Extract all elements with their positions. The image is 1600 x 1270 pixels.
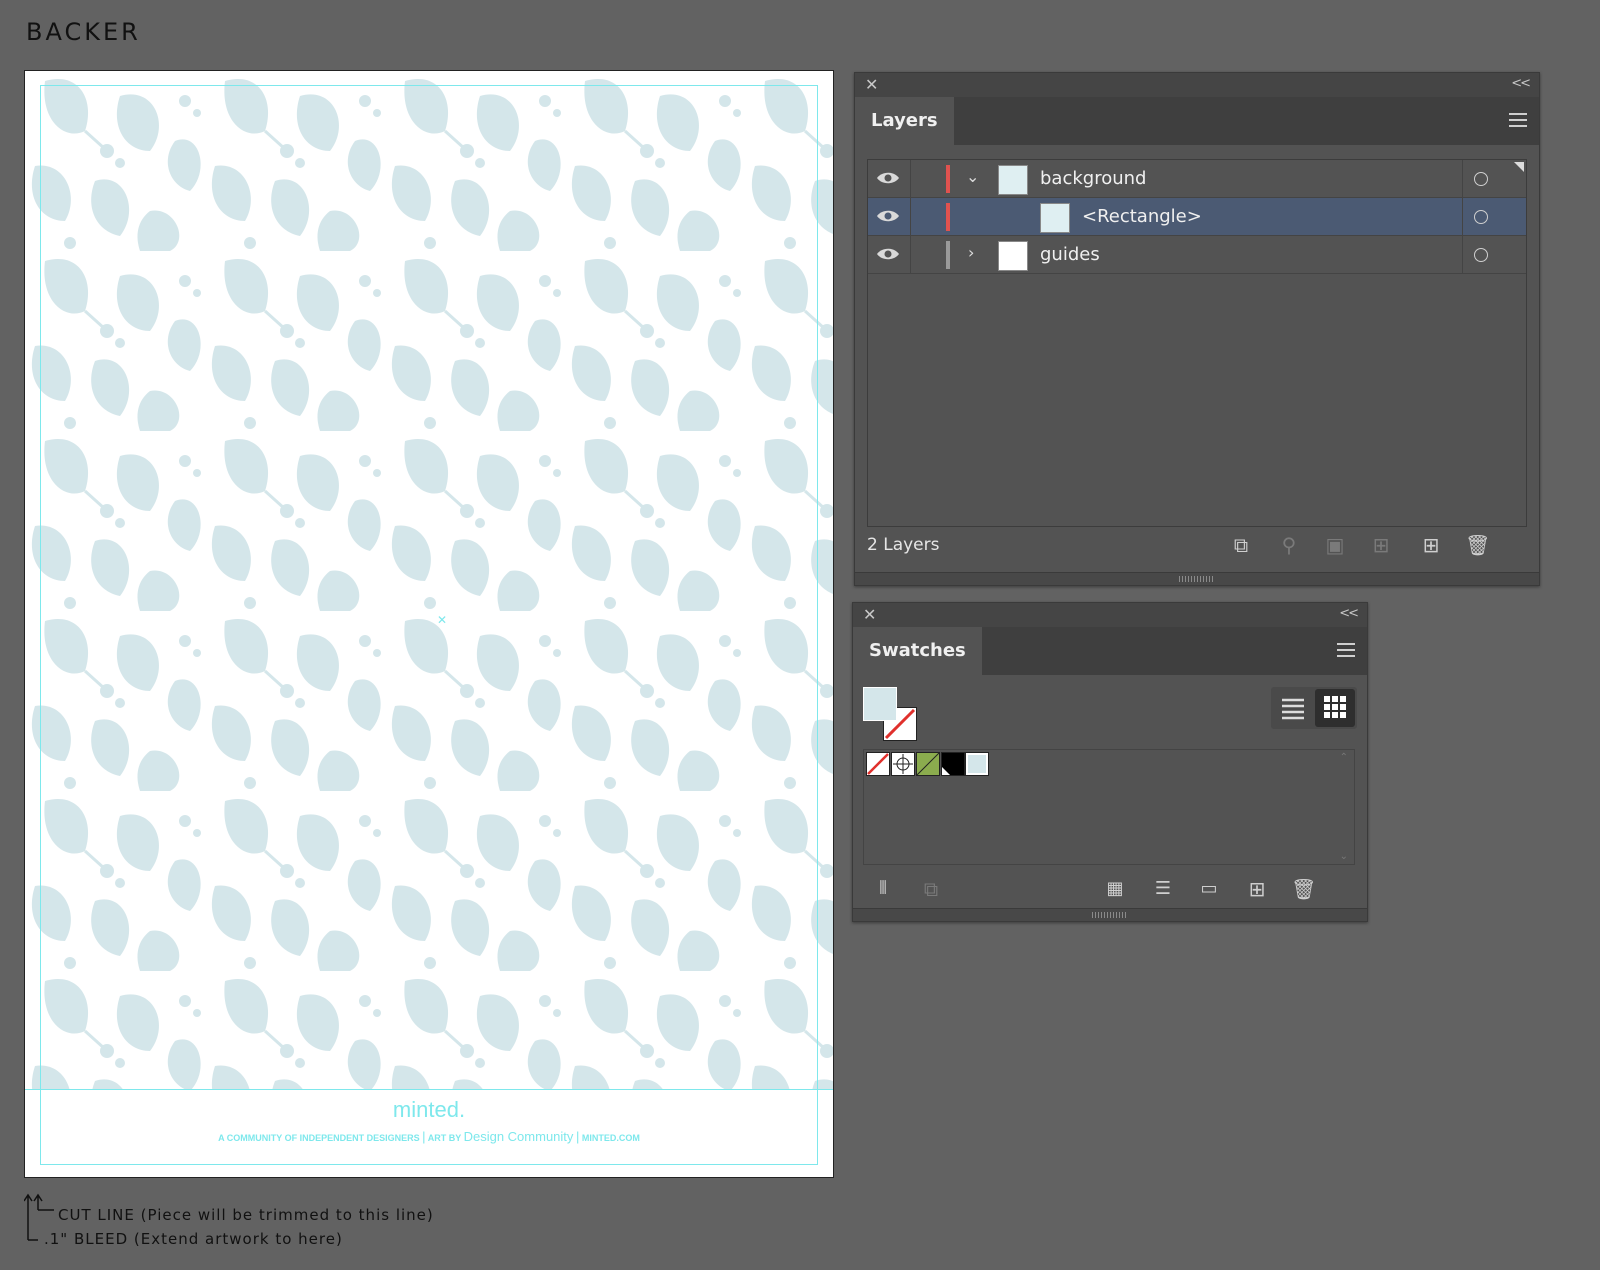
make-clipping-mask-icon[interactable]: ▣ bbox=[1323, 533, 1347, 557]
layers-panel: ✕ << Layers ⌄ background <Rectangle> › g… bbox=[854, 72, 1540, 586]
eye-icon[interactable] bbox=[876, 209, 900, 223]
resize-grip[interactable] bbox=[855, 572, 1539, 585]
collapse-icon[interactable]: << bbox=[1339, 606, 1359, 621]
artboard[interactable]: ✕ minted. A COMMUNITY OF INDEPENDENT DES… bbox=[24, 70, 834, 1178]
list-view-button[interactable] bbox=[1273, 689, 1313, 727]
target-circle-icon[interactable] bbox=[1474, 248, 1488, 262]
green-swatch[interactable] bbox=[916, 752, 940, 776]
layer-row-rectangle[interactable]: <Rectangle> bbox=[868, 198, 1526, 236]
swatches-footer: ⫴ ⧉ ▦ ☰ ▭ ⊞ 🗑 bbox=[853, 869, 1367, 903]
none-swatch[interactable] bbox=[866, 752, 890, 776]
swatch-list: ⌃ ⌄ bbox=[863, 749, 1355, 865]
black-swatch[interactable] bbox=[941, 752, 965, 776]
layer-color-bar bbox=[946, 203, 950, 231]
light-blue-swatch[interactable] bbox=[965, 752, 989, 776]
grid-view-button[interactable] bbox=[1315, 689, 1355, 727]
eye-icon[interactable] bbox=[876, 171, 900, 185]
close-icon[interactable]: ✕ bbox=[865, 75, 878, 94]
create-sublayer-icon[interactable]: ⊞ bbox=[1369, 533, 1393, 557]
place-swatches-icon[interactable]: ⧉ bbox=[919, 877, 943, 901]
export-icon[interactable]: ⧉ bbox=[1229, 533, 1253, 557]
target-circle-icon[interactable] bbox=[1474, 172, 1488, 186]
resize-grip[interactable] bbox=[853, 908, 1367, 921]
bleed-label: .1" BLEED (Extend artwork to here) bbox=[44, 1230, 343, 1248]
chevron-right-icon[interactable]: › bbox=[968, 243, 974, 262]
target-circle-icon[interactable] bbox=[1474, 210, 1488, 224]
layers-list: ⌄ background <Rectangle> › guides bbox=[867, 159, 1527, 527]
new-swatch-icon[interactable]: ⊞ bbox=[1245, 877, 1269, 901]
chevron-down-icon[interactable]: ⌄ bbox=[966, 167, 979, 186]
panel-menu-icon[interactable] bbox=[1509, 113, 1527, 131]
center-mark: ✕ bbox=[437, 613, 448, 627]
eye-icon[interactable] bbox=[876, 247, 900, 261]
scroll-up-icon[interactable]: ⌃ bbox=[1340, 752, 1348, 763]
new-color-group-icon[interactable]: ▭ bbox=[1197, 877, 1221, 901]
swatches-panel: ✕ << Swatches ⌃ ⌄ ⫴ ⧉ ▦ ☰ ▭ ⊞ 🗑 bbox=[852, 602, 1368, 922]
layers-footer: 2 Layers ⧉ ⚲ ▣ ⊞ ⊞ 🗑 bbox=[855, 525, 1539, 565]
panel-titlebar[interactable]: ✕ << bbox=[855, 73, 1539, 97]
layer-name[interactable]: <Rectangle> bbox=[1082, 206, 1202, 227]
layer-thumbnail bbox=[998, 241, 1028, 271]
brand-logo: minted. bbox=[392, 1097, 466, 1122]
scroll-down-icon[interactable]: ⌄ bbox=[1340, 851, 1348, 862]
layer-thumbnail bbox=[998, 165, 1028, 195]
view-toggle bbox=[1271, 687, 1357, 729]
tab-bar: Swatches bbox=[853, 627, 1367, 675]
swatch-options-icon[interactable]: ☰ bbox=[1151, 877, 1175, 901]
panel-titlebar[interactable]: ✕ << bbox=[853, 603, 1367, 627]
delete-swatch-icon[interactable]: 🗑 bbox=[1291, 877, 1316, 901]
list-view-icon bbox=[1282, 698, 1304, 720]
layer-row-background[interactable]: ⌄ background bbox=[868, 160, 1526, 198]
page-title: BACKER bbox=[26, 18, 141, 46]
layer-name[interactable]: background bbox=[1040, 168, 1146, 189]
swatch-libraries-icon[interactable]: ⫴ bbox=[871, 877, 895, 901]
layer-row-guides[interactable]: › guides bbox=[868, 236, 1526, 274]
layer-name[interactable]: guides bbox=[1040, 244, 1100, 265]
registration-swatch[interactable] bbox=[891, 752, 915, 776]
panel-menu-icon[interactable] bbox=[1337, 643, 1355, 661]
new-layer-icon[interactable]: ⊞ bbox=[1419, 533, 1443, 557]
fill-stroke-widget[interactable] bbox=[863, 687, 919, 743]
layers-count: 2 Layers bbox=[867, 535, 940, 555]
tab-bar: Layers bbox=[855, 97, 1539, 145]
tab-layers[interactable]: Layers bbox=[855, 97, 954, 145]
locate-object-icon[interactable]: ⚲ bbox=[1277, 533, 1301, 557]
leaf-pattern bbox=[25, 71, 833, 1089]
fill-box[interactable] bbox=[863, 687, 897, 721]
collapse-icon[interactable]: << bbox=[1511, 76, 1531, 91]
cut-line-label: CUT LINE (Piece will be trimmed to this … bbox=[58, 1206, 434, 1224]
delete-icon[interactable]: 🗑 bbox=[1465, 533, 1490, 557]
brand-tagline: A COMMUNITY OF INDEPENDENT DESIGNERS | A… bbox=[218, 1129, 640, 1144]
layer-color-bar bbox=[946, 165, 950, 193]
show-swatch-kinds-icon[interactable]: ▦ bbox=[1103, 877, 1127, 901]
grid-view-icon bbox=[1324, 696, 1346, 718]
layer-thumbnail bbox=[1040, 203, 1070, 233]
tab-swatches[interactable]: Swatches bbox=[853, 627, 982, 675]
layer-color-bar bbox=[946, 241, 950, 269]
close-icon[interactable]: ✕ bbox=[863, 605, 876, 624]
